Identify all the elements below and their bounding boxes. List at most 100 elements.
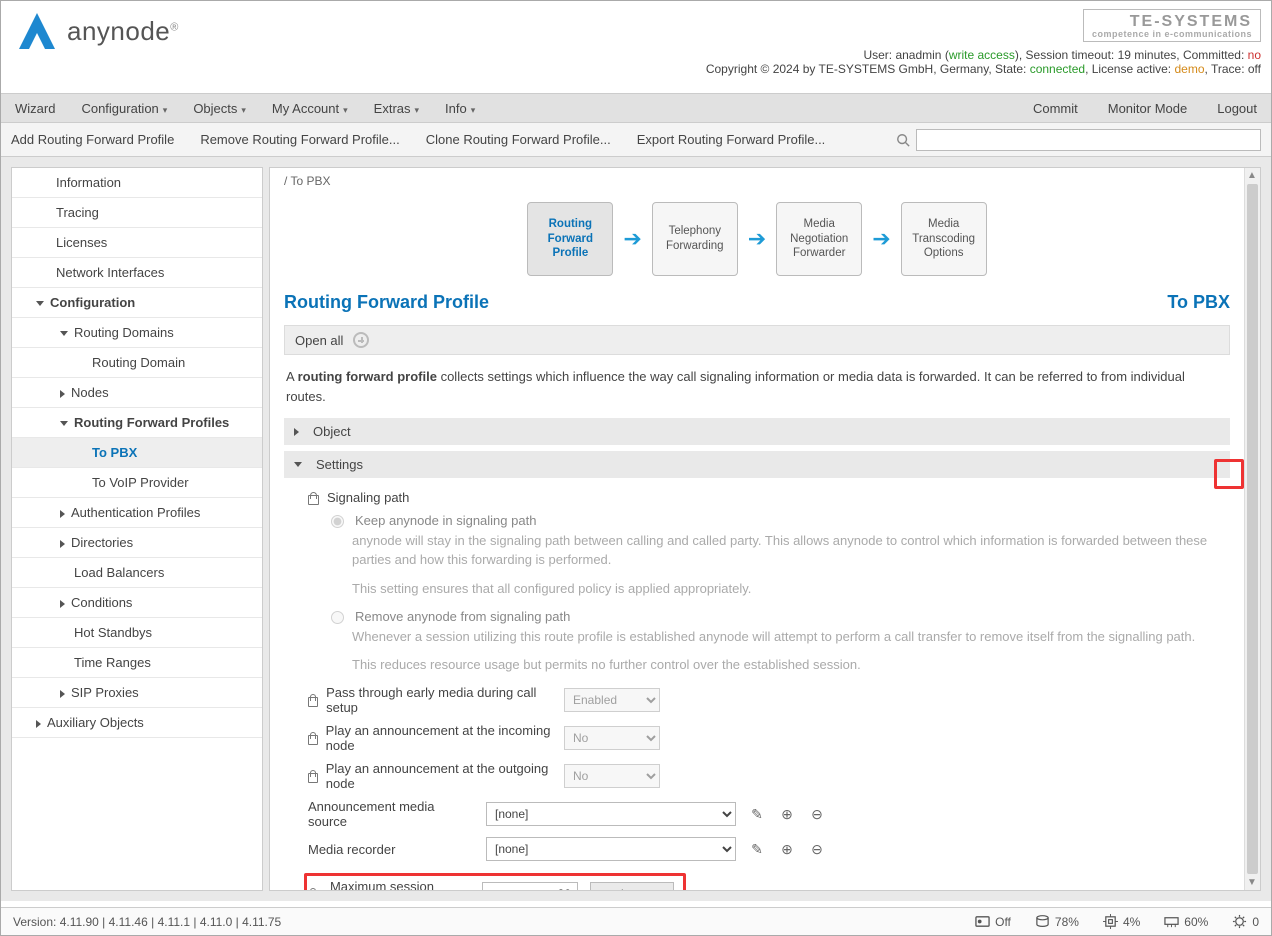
content-scrollbar[interactable]: ▲ ▼ <box>1244 168 1260 890</box>
sidebar-rfp[interactable]: Routing Forward Profiles <box>12 408 262 438</box>
minus-icon[interactable]: ⊖ <box>808 805 826 823</box>
sidebar-to-pbx[interactable]: To PBX <box>12 438 262 468</box>
chevron-down-icon <box>60 421 68 426</box>
sidebar-nodes[interactable]: Nodes <box>12 378 262 408</box>
radio-remove-signaling[interactable]: Remove anynode from signaling path <box>326 609 1220 624</box>
copyright-line: Copyright © 2024 by TE-SYSTEMS GmbH, Ger… <box>706 62 1261 76</box>
plus-icon[interactable]: ⊕ <box>778 840 796 858</box>
sidebar-load-balancers[interactable]: Load Balancers <box>12 558 262 588</box>
sidebar-to-voip[interactable]: To VoIP Provider <box>12 468 262 498</box>
menu-my-account[interactable]: My Account <box>268 101 352 116</box>
sidebar-configuration[interactable]: Configuration <box>12 288 262 318</box>
action-remove-rfp[interactable]: Remove Routing Forward Profile... <box>200 132 399 147</box>
lock-icon <box>308 732 318 745</box>
edit-icon[interactable]: ✎ <box>748 805 766 823</box>
sidebar-directories[interactable]: Directories <box>12 528 262 558</box>
select-media-recorder[interactable]: [none] <box>486 837 736 861</box>
search-input[interactable] <box>916 129 1261 151</box>
open-all-bar[interactable]: Open all <box>284 325 1230 355</box>
row-early-media: Pass through early media during call set… <box>308 685 1220 715</box>
anynode-logo-icon <box>15 9 59 53</box>
chevron-right-icon <box>60 600 65 608</box>
menu-info[interactable]: Info <box>441 101 479 116</box>
menu-wizard[interactable]: Wizard <box>11 101 59 116</box>
action-export-rfp[interactable]: Export Routing Forward Profile... <box>637 132 826 147</box>
sidebar-tracing[interactable]: Tracing <box>12 198 262 228</box>
section-settings[interactable]: Settings <box>284 451 1230 478</box>
select-announcement-out[interactable]: No <box>564 764 660 788</box>
sidebar-information[interactable]: Information <box>12 168 262 198</box>
version-info: Version: 4.11.90 | 4.11.46 | 4.11.1 | 4.… <box>13 915 281 929</box>
chevron-right-icon <box>36 720 41 728</box>
select-announcement-in[interactable]: No <box>564 726 660 750</box>
action-add-rfp[interactable]: Add Routing Forward Profile <box>11 132 174 147</box>
menu-logout[interactable]: Logout <box>1213 101 1261 116</box>
menu-configuration[interactable]: Configuration <box>77 101 171 116</box>
content-panel: / To PBX Routing Forward Profile ➔ Telep… <box>269 167 1261 891</box>
sidebar-time-ranges[interactable]: Time Ranges <box>12 648 262 678</box>
menu-objects[interactable]: Objects <box>189 101 250 116</box>
search-icon <box>896 133 910 147</box>
plus-icon[interactable]: ⊕ <box>778 805 796 823</box>
action-clone-rfp[interactable]: Clone Routing Forward Profile... <box>426 132 611 147</box>
sidebar-licenses[interactable]: Licenses <box>12 228 262 258</box>
keep-help-1: anynode will stay in the signaling path … <box>352 532 1220 570</box>
chevron-down-icon <box>294 462 302 467</box>
sidebar-hot-standbys[interactable]: Hot Standbys <box>12 618 262 648</box>
sidebar-aux-objects[interactable]: Auxiliary Objects <box>12 708 262 738</box>
flow-chain: Routing Forward Profile ➔ Telephony Forw… <box>284 202 1230 276</box>
minus-icon[interactable]: ⊖ <box>808 840 826 858</box>
edit-icon[interactable]: ✎ <box>748 840 766 858</box>
chevron-right-icon <box>60 390 65 398</box>
radio-keep-signaling[interactable]: Keep anynode in signaling path <box>326 513 1220 528</box>
unit-minutes: minutes <box>590 882 674 890</box>
menu-commit[interactable]: Commit <box>1029 101 1082 116</box>
menu-monitor-mode[interactable]: Monitor Mode <box>1104 101 1191 116</box>
sidebar-auth-profiles[interactable]: Authentication Profiles <box>12 498 262 528</box>
main-menu-bar: Wizard Configuration Objects My Account … <box>1 93 1271 123</box>
scroll-thumb[interactable] <box>1247 184 1258 874</box>
flow-routing-forward-profile[interactable]: Routing Forward Profile <box>527 202 613 276</box>
row-announcement-in: Play an announcement at the incoming nod… <box>308 723 1220 753</box>
memory-icon <box>1164 914 1179 929</box>
radio-remove-input[interactable] <box>331 611 344 624</box>
brand-name: anynode® <box>67 16 179 47</box>
chevron-right-icon <box>60 540 65 548</box>
sidebar-routing-domain[interactable]: Routing Domain <box>12 348 262 378</box>
sidebar-sip-proxies[interactable]: SIP Proxies <box>12 678 262 708</box>
sidebar-routing-domains[interactable]: Routing Domains <box>12 318 262 348</box>
lock-icon <box>308 694 318 707</box>
sidebar-network-interfaces[interactable]: Network Interfaces <box>12 258 262 288</box>
gear-icon <box>1232 914 1247 929</box>
flow-media-negotiation-forwarder[interactable]: Media Negotiation Forwarder <box>776 202 862 276</box>
footer-bar: Version: 4.11.90 | 4.11.46 | 4.11.1 | 4.… <box>1 907 1271 935</box>
page-title-right: To PBX <box>1167 292 1230 313</box>
sidebar: Information Tracing Licenses Network Int… <box>11 167 263 891</box>
user-info-line: User: anadmin (write access), Session ti… <box>706 48 1261 62</box>
section-object[interactable]: Object <box>284 418 1230 445</box>
footer-cpu: 4% <box>1103 914 1140 929</box>
chevron-right-icon <box>60 690 65 698</box>
row-media-recorder: Media recorder [none] ✎ ⊕ ⊖ <box>308 837 1220 861</box>
logo-area: anynode® <box>15 9 179 53</box>
keep-help-2: This setting ensures that all configured… <box>352 580 1220 599</box>
signaling-path-heading: Signaling path <box>308 490 1220 505</box>
scroll-down-icon[interactable]: ▼ <box>1247 877 1257 888</box>
select-early-media[interactable]: Enabled <box>564 688 660 712</box>
cpu-icon <box>1103 914 1118 929</box>
select-announcement-source[interactable]: [none] <box>486 802 736 826</box>
footer-trace-off: Off <box>975 914 1011 929</box>
flow-media-transcoding-options[interactable]: Media Transcoding Options <box>901 202 987 276</box>
footer-memory: 60% <box>1164 914 1208 929</box>
te-systems-logo: TE-SYSTEMS competence in e-communication… <box>1083 9 1261 42</box>
input-max-session-duration[interactable] <box>482 882 578 890</box>
footer-disk: 78% <box>1035 914 1079 929</box>
scroll-up-icon[interactable]: ▲ <box>1247 170 1257 181</box>
radio-keep-input[interactable] <box>331 515 344 528</box>
footer-gear: 0 <box>1232 914 1259 929</box>
lock-icon <box>308 770 318 783</box>
sidebar-conditions[interactable]: Conditions <box>12 588 262 618</box>
menu-extras[interactable]: Extras <box>370 101 423 116</box>
profile-description: A routing forward profile collects setti… <box>286 367 1228 406</box>
flow-telephony-forwarding[interactable]: Telephony Forwarding <box>652 202 738 276</box>
